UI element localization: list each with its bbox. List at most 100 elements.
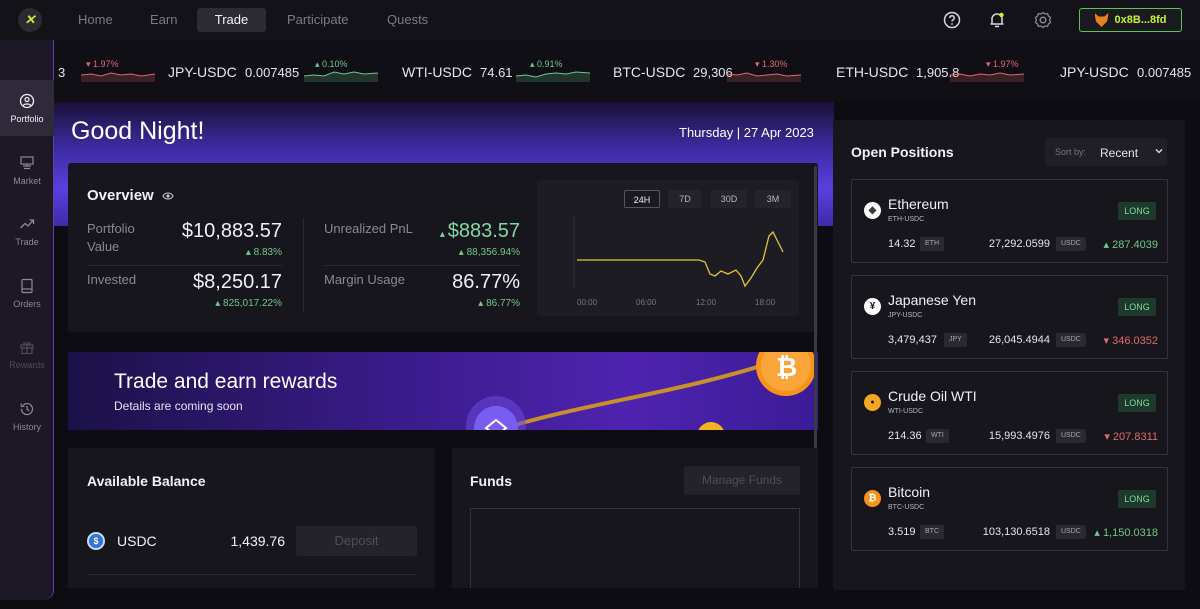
- yen-icon: ¥: [864, 298, 881, 315]
- position-pnl: ▾ 346.0352: [1103, 335, 1158, 347]
- chart-time-label: 18:00: [755, 298, 776, 307]
- sidebar: Portfolio Market Trade Orders Rewards Hi…: [0, 40, 54, 600]
- unit-tag: WTI: [926, 429, 949, 443]
- down-arrow-icon: ▾: [1104, 431, 1113, 443]
- range-7d[interactable]: 7D: [668, 190, 702, 208]
- price-ticker: 3 ▾ 1.97% JPY-USDC 0.007485 ▴ 0.10% WTI-…: [0, 40, 1200, 102]
- sparkline: [516, 71, 590, 82]
- up-arrow-icon: ▴: [1103, 239, 1113, 251]
- portfolio-chart: 24H 7D 30D 3M 00:00 06:00 12:00 18:00: [537, 180, 799, 316]
- chevron-down-icon: [1155, 149, 1163, 154]
- invested-value: $8,250.17: [193, 271, 282, 293]
- ticker-price: 0.007485: [1137, 65, 1192, 80]
- ticker-pair: WTI-USDC: [402, 64, 472, 80]
- position-pnl: ▴ 1,150.0318: [1094, 527, 1158, 539]
- balance-currency: USDC: [117, 533, 157, 549]
- sparkline: [950, 72, 1024, 82]
- portfolio-line-chart: [573, 216, 784, 288]
- sidebar-item-rewards[interactable]: Rewards: [0, 326, 54, 382]
- history-icon: [20, 402, 34, 415]
- quote-tag: USDC: [1056, 237, 1086, 251]
- balance-amount: 1,439.76: [230, 533, 286, 549]
- position-quantity: 3.519: [888, 526, 916, 538]
- orders-icon: [21, 278, 33, 293]
- position-quantity: 14.32: [888, 238, 916, 250]
- sidebar-item-market[interactable]: Market: [0, 142, 54, 198]
- nav-earn[interactable]: Earn: [136, 8, 191, 32]
- divider: [303, 218, 304, 313]
- deposit-button[interactable]: Deposit: [296, 526, 417, 556]
- scrollbar[interactable]: [814, 166, 817, 451]
- sort-dropdown[interactable]: Sort by: Recent: [1045, 138, 1167, 166]
- range-24h[interactable]: 24H: [624, 190, 660, 208]
- nav-participate[interactable]: Participate: [273, 8, 362, 32]
- up-arrow-icon: ▴: [478, 298, 487, 309]
- position-quantity: 214.36: [888, 430, 922, 442]
- nav-trade[interactable]: Trade: [197, 8, 266, 32]
- market-icon: [20, 155, 34, 169]
- sparkline: [81, 72, 155, 82]
- rewards-banner[interactable]: ₿ Trade and earn rewards Details are com…: [68, 352, 818, 430]
- funds-title: Funds: [470, 473, 512, 489]
- unit-tag: JPY: [944, 333, 967, 347]
- nav-home[interactable]: Home: [64, 8, 127, 32]
- app-logo[interactable]: ✕: [18, 8, 42, 32]
- quote-tag: USDC: [1056, 429, 1086, 443]
- sidebar-item-label: Rewards: [9, 359, 45, 370]
- unrealized-pnl-change: ▴ 88,356.94%: [458, 247, 520, 258]
- position-card[interactable]: ¥ Japanese Yen JPY-USDC LONG 3,479,437 J…: [851, 275, 1168, 359]
- long-badge: LONG: [1118, 394, 1156, 412]
- range-3m[interactable]: 3M: [755, 190, 791, 208]
- chart-time-label: 12:00: [696, 298, 717, 307]
- quote-tag: USDC: [1056, 333, 1086, 347]
- ethereum-icon: ◆: [864, 202, 881, 219]
- settings-icon[interactable]: [1033, 10, 1053, 30]
- ticker-pair: JPY-USDC: [1060, 64, 1129, 80]
- position-name: Japanese Yen: [888, 292, 976, 308]
- position-card[interactable]: ◆ Ethereum ETH-USDC LONG 14.32 ETH 27,29…: [851, 179, 1168, 263]
- range-30d[interactable]: 30D: [711, 190, 747, 208]
- svg-text:₿: ₿: [776, 352, 797, 382]
- sidebar-item-label: Portfolio: [10, 113, 44, 124]
- up-arrow-icon: ▴: [215, 298, 224, 309]
- sort-value: Recent: [1100, 146, 1139, 160]
- invested-change: ▴ 825,017.22%: [215, 298, 282, 309]
- position-pair: ETH-USDC: [888, 216, 925, 223]
- portfolio-value: $10,883.57: [181, 220, 282, 242]
- bell-icon[interactable]: [987, 10, 1007, 30]
- sidebar-item-portfolio[interactable]: Portfolio: [0, 80, 54, 136]
- ticker-price: 0.007485: [245, 65, 300, 80]
- position-price: 27,292.0599: [988, 238, 1050, 250]
- sidebar-item-trade[interactable]: Trade: [0, 203, 54, 259]
- banner-subtitle: Details are coming soon: [114, 399, 243, 413]
- portfolio-icon: [19, 93, 35, 108]
- wallet-address: 0x8B...8fd: [1114, 14, 1167, 26]
- ticker-price-fragment: 3: [58, 65, 66, 80]
- portfolio-change: ▴ 8.83%: [245, 247, 282, 258]
- sidebar-item-history[interactable]: History: [0, 388, 54, 444]
- position-name: Bitcoin: [888, 484, 931, 500]
- ticker-pair: BTC-USDC: [613, 64, 686, 80]
- balance-title: Available Balance: [87, 473, 206, 489]
- long-badge: LONG: [1118, 298, 1156, 316]
- eye-icon[interactable]: [162, 191, 174, 201]
- wallet-button[interactable]: 0x8B...8fd: [1079, 8, 1182, 32]
- position-name: Ethereum: [888, 196, 949, 212]
- position-card[interactable]: ● Crude Oil WTI WTI-USDC LONG 214.36 WTI…: [851, 371, 1168, 455]
- manage-funds-button[interactable]: Manage Funds: [684, 466, 800, 495]
- unrealized-pnl-label: Unrealized PnL: [324, 221, 413, 236]
- position-card[interactable]: ₿ Bitcoin BTC-USDC LONG 3.519 BTC 103,13…: [851, 467, 1168, 551]
- position-price: 26,045.4944: [988, 334, 1050, 346]
- long-badge: LONG: [1118, 202, 1156, 220]
- nav-quests[interactable]: Quests: [373, 8, 442, 32]
- help-icon[interactable]: [942, 10, 962, 30]
- sidebar-item-orders[interactable]: Orders: [0, 265, 54, 321]
- up-arrow-icon: ▴: [458, 247, 467, 258]
- usdc-icon: $: [87, 532, 105, 550]
- divider: [87, 265, 282, 266]
- portfolio-value-label: Portfolio Value: [87, 221, 135, 254]
- unrealized-pnl-value: ▴ $883.57: [439, 220, 520, 242]
- unit-tag: ETH: [920, 237, 944, 251]
- bitcoin-icon: ₿: [864, 490, 881, 507]
- up-arrow-icon: ▴: [439, 229, 448, 240]
